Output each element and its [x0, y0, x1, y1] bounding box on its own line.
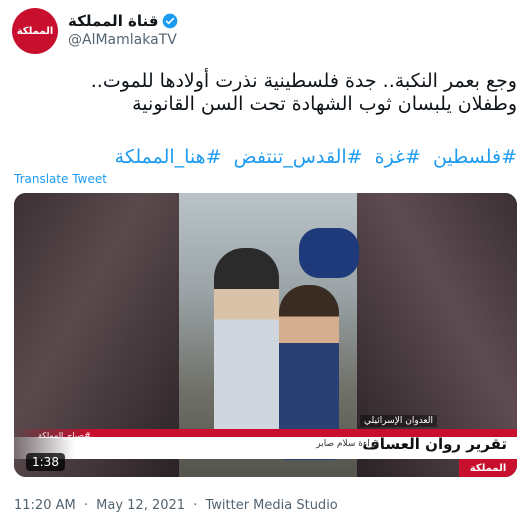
news-category: العدوان الإسرائيلي [360, 415, 437, 427]
tweet-meta: 11:20 AM · May 12, 2021 · Twitter Media … [14, 498, 342, 513]
hashtags: #فلسطين #غزة #القدس_تنتفض #هنا_المملكة [14, 146, 517, 168]
show-name: #صباح_المملكة [38, 431, 91, 440]
meta-separator: · [83, 498, 88, 513]
meta-separator: · [193, 498, 198, 513]
hashtag-link[interactable]: #فلسطين [433, 146, 517, 168]
tweet-text-line: وجع بعمر النكبة.. جدة فلسطينية نذرت أولا… [90, 70, 517, 92]
hashtag-link[interactable]: #هنا_المملكة [115, 146, 222, 168]
video-player[interactable]: العدوان الإسرائيلي #صباح_المملكة تقرير ر… [14, 193, 517, 477]
tweet-time[interactable]: 11:20 AM [14, 498, 76, 513]
verified-badge-icon [163, 13, 178, 29]
avatar[interactable]: المملكة [12, 8, 58, 54]
man-figure [214, 248, 279, 453]
tweet-date[interactable]: May 12, 2021 [96, 498, 185, 513]
user-handle[interactable]: @AlMamlakaTV [68, 32, 178, 48]
video-duration: 1:38 [26, 453, 65, 471]
tweet-source[interactable]: Twitter Media Studio [205, 498, 337, 513]
author-names: قناة المملكة @AlMamlakaTV [68, 12, 178, 48]
tweet-header: المملكة قناة المملكة @AlMamlakaTV [12, 8, 519, 56]
display-name[interactable]: قناة المملكة [68, 12, 158, 30]
translate-tweet-link[interactable]: Translate Tweet [14, 172, 107, 186]
reader-credit: قراءة سلام صابر [316, 439, 379, 449]
tweet-text: وجع بعمر النكبة.. جدة فلسطينية نذرت أولا… [14, 70, 517, 116]
tweet-text-line: وطفلان يلبسان ثوب الشهادة تحت السن القان… [132, 93, 517, 115]
report-title: تقرير روان العساف [362, 435, 507, 453]
hashtag-link[interactable]: #القدس_تنتفض [234, 146, 363, 168]
stretcher-figure [299, 228, 359, 278]
hashtag-link[interactable]: #غزة [375, 146, 421, 168]
channel-logo: المملكة [459, 459, 517, 477]
